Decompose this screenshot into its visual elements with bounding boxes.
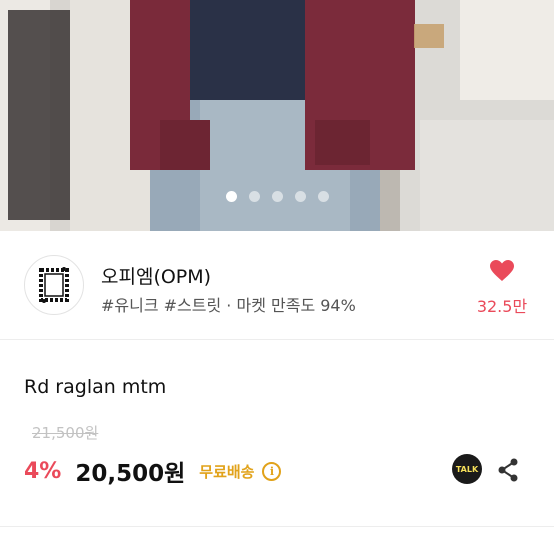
carousel-dot[interactable] xyxy=(225,191,237,202)
carousel-dots xyxy=(0,191,554,202)
price-row: 4% 20,500원 무료배송 i xyxy=(24,454,282,488)
heart-icon xyxy=(490,260,514,281)
product-info: Rd raglan mtm 21,500원 4% 20,500원 무료배송 i … xyxy=(0,340,554,527)
product-title: Rd raglan mtm xyxy=(24,376,167,398)
sale-price: 20,500원 xyxy=(75,461,186,487)
shop-logo-icon xyxy=(39,267,69,303)
share-icon[interactable] xyxy=(496,457,520,483)
shop-info[interactable]: 오피엠(OPM) #유니크 #스트릿 · 마켓 만족도 94% 32.5만 xyxy=(0,231,554,340)
shop-tags: #유니크 #스트릿 · 마켓 만족도 94% xyxy=(101,296,356,315)
carousel-dot[interactable] xyxy=(248,191,260,202)
original-price: 21,500원 xyxy=(32,424,99,442)
shop-avatar[interactable] xyxy=(24,255,84,315)
shipping-badge: 무료배송 xyxy=(199,462,255,481)
like-button[interactable]: 32.5만 xyxy=(472,259,532,317)
discount-rate: 4% xyxy=(24,458,62,484)
talk-button[interactable]: TALK xyxy=(452,454,482,484)
carousel-dot[interactable] xyxy=(317,191,329,202)
carousel-dot[interactable] xyxy=(271,191,283,202)
like-count: 32.5만 xyxy=(476,297,528,316)
carousel-dot[interactable] xyxy=(294,191,306,202)
shop-name[interactable]: 오피엠(OPM) xyxy=(101,262,211,289)
product-image[interactable] xyxy=(0,0,554,231)
info-icon[interactable]: i xyxy=(262,461,282,481)
